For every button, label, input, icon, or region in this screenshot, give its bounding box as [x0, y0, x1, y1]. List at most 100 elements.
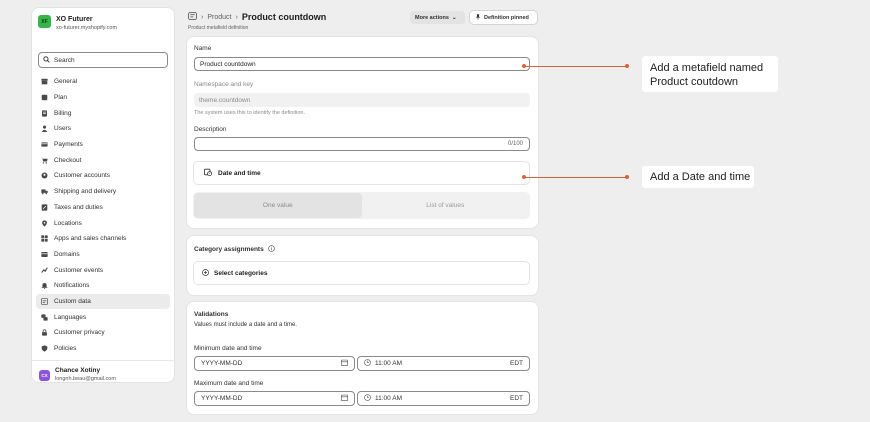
search-input[interactable]: Search: [38, 52, 168, 68]
name-value: Product countdown: [200, 60, 256, 68]
sidebar-item-label: Policies: [54, 345, 77, 353]
name-input[interactable]: Product countdown: [194, 57, 530, 71]
type-selector[interactable]: Date and time: [193, 161, 530, 185]
description-counter: 0/100: [507, 141, 523, 147]
store-logo: XF: [38, 15, 51, 28]
sidebar-item-billing[interactable]: Billing: [36, 105, 170, 121]
sidebar-item-customer-events[interactable]: Customer events: [36, 262, 170, 278]
sidebar-divider: [32, 360, 174, 361]
validations-card: Validations Values must include a date a…: [187, 302, 538, 414]
sidebar-item-locations[interactable]: Locations: [36, 215, 170, 231]
chevron-down-icon: ⌄: [451, 14, 457, 21]
clock-icon: [364, 359, 371, 368]
sidebar-item-label: Domains: [54, 250, 80, 258]
namespace-help-text: The system uses this to identify the def…: [194, 110, 305, 116]
min-time-value: 11:00 AM: [375, 360, 402, 367]
calendar-clock-icon: [204, 168, 212, 178]
store-switcher[interactable]: XF XO Futurer xo-futurer.myshopify.com: [38, 15, 117, 32]
sidebar-item-notifications[interactable]: Notifications: [36, 278, 170, 294]
taxes-icon: [41, 204, 48, 211]
select-categories-button[interactable]: Select categories: [193, 261, 530, 285]
metafield-icon[interactable]: [188, 12, 197, 22]
sidebar-item-label: Customer privacy: [54, 329, 105, 337]
namespace-label: Namespace and key: [194, 81, 254, 88]
user-menu[interactable]: CX Chance Xotiny longnh.beau@gmail.com: [39, 367, 116, 383]
page-header: › Product › Product countdown Product me…: [187, 11, 538, 33]
min-date-input[interactable]: YYYY-MM-DD: [194, 356, 355, 371]
annotation-dot: [625, 175, 629, 179]
truck-icon: [41, 188, 48, 195]
sidebar-item-customer-privacy[interactable]: Customer privacy: [36, 325, 170, 341]
definition-card: Name Product countdown Namespace and key…: [187, 37, 538, 228]
avatar: CX: [39, 369, 50, 381]
store-domain: xo-futurer.myshopify.com: [56, 25, 118, 31]
plan-icon: [41, 94, 48, 101]
calendar-icon[interactable]: [341, 359, 348, 368]
sidebar-item-general[interactable]: General: [36, 74, 170, 90]
bell-icon: [41, 282, 48, 290]
cart-icon: [41, 157, 48, 164]
billing-icon: [41, 110, 48, 117]
store-name: XO Futurer: [56, 16, 93, 23]
annotation-date-time: Add a Date and time: [650, 171, 751, 183]
sidebar-item-payments[interactable]: Payments: [36, 137, 170, 153]
max-date-input[interactable]: YYYY-MM-DD: [194, 391, 355, 406]
min-timezone: EDT: [510, 360, 523, 367]
sidebar-item-shipping[interactable]: Shipping and delivery: [36, 184, 170, 200]
definition-pinned-label: Definition pinned: [484, 14, 529, 21]
annotation-line: [525, 66, 626, 67]
sidebar-item-domains[interactable]: Domains: [36, 247, 170, 263]
sidebar-item-plan[interactable]: Plan: [36, 90, 170, 106]
max-timezone: EDT: [510, 395, 523, 402]
type-label: Date and time: [218, 169, 261, 177]
sidebar-item-label: Customer events: [54, 266, 104, 274]
category-card: Category assignments Select categories: [187, 236, 538, 295]
description-input[interactable]: 0/100: [194, 137, 530, 151]
chevron-right-icon: ›: [201, 13, 204, 21]
definition-pinned-button[interactable]: Definition pinned: [470, 11, 537, 24]
info-icon[interactable]: [267, 245, 275, 254]
sidebar-item-languages[interactable]: Languages: [36, 309, 170, 325]
location-icon: [41, 219, 48, 227]
sidebar-item-label: Custom data: [54, 297, 91, 305]
lock-icon: [41, 329, 48, 336]
calendar-icon[interactable]: [341, 394, 348, 403]
events-icon: [41, 267, 48, 274]
sidebar-item-label: Shipping and delivery: [54, 188, 117, 196]
sidebar-item-checkout[interactable]: Checkout: [36, 152, 170, 168]
list-of-values-option[interactable]: List of values: [362, 193, 530, 218]
sidebar-item-label: Apps and sales channels: [54, 235, 127, 243]
sidebar-item-policies[interactable]: Policies: [36, 341, 170, 357]
language-icon: [41, 314, 48, 321]
sidebar-item-label: Customer accounts: [54, 172, 110, 180]
customer-accounts-icon: [41, 172, 48, 179]
search-placeholder: Search: [54, 56, 75, 64]
sidebar-item-custom-data[interactable]: Custom data: [36, 293, 170, 310]
more-actions-button[interactable]: More actions ⌄: [410, 11, 465, 24]
namespace-key-input[interactable]: theme.countdown: [194, 93, 530, 107]
sidebar-item-label: Taxes and duties: [54, 203, 103, 211]
name-label: Name: [194, 45, 212, 52]
max-date-label: Maximum date and time: [194, 380, 264, 387]
breadcrumb: › Product › Product countdown: [188, 12, 326, 22]
more-actions-label: More actions: [415, 14, 449, 21]
sidebar-item-apps[interactable]: Apps and sales channels: [36, 231, 170, 247]
breadcrumb-product-link[interactable]: Product: [207, 14, 231, 21]
max-time-input[interactable]: 11:00 AM EDT: [357, 391, 530, 406]
max-date-placeholder: YYYY-MM-DD: [201, 395, 243, 402]
validations-title: Validations: [194, 311, 229, 318]
category-title-text: Category assignments: [194, 246, 264, 253]
annotation-dot: [625, 64, 629, 68]
min-date-placeholder: YYYY-MM-DD: [201, 360, 243, 367]
sidebar-item-label: Locations: [54, 219, 82, 227]
globe-icon: [41, 251, 48, 258]
category-title: Category assignments: [194, 245, 275, 254]
description-label: Description: [194, 126, 227, 133]
sidebar-item-label: General: [54, 78, 78, 86]
one-value-option[interactable]: One value: [194, 193, 362, 218]
min-time-input[interactable]: 11:00 AM EDT: [357, 356, 530, 371]
sidebar-item-users[interactable]: Users: [36, 121, 170, 137]
sidebar-item-taxes[interactable]: Taxes and duties: [36, 200, 170, 216]
sidebar-item-customer-accounts[interactable]: Customer accounts: [36, 168, 170, 184]
page-title: Product countdown: [241, 12, 327, 22]
